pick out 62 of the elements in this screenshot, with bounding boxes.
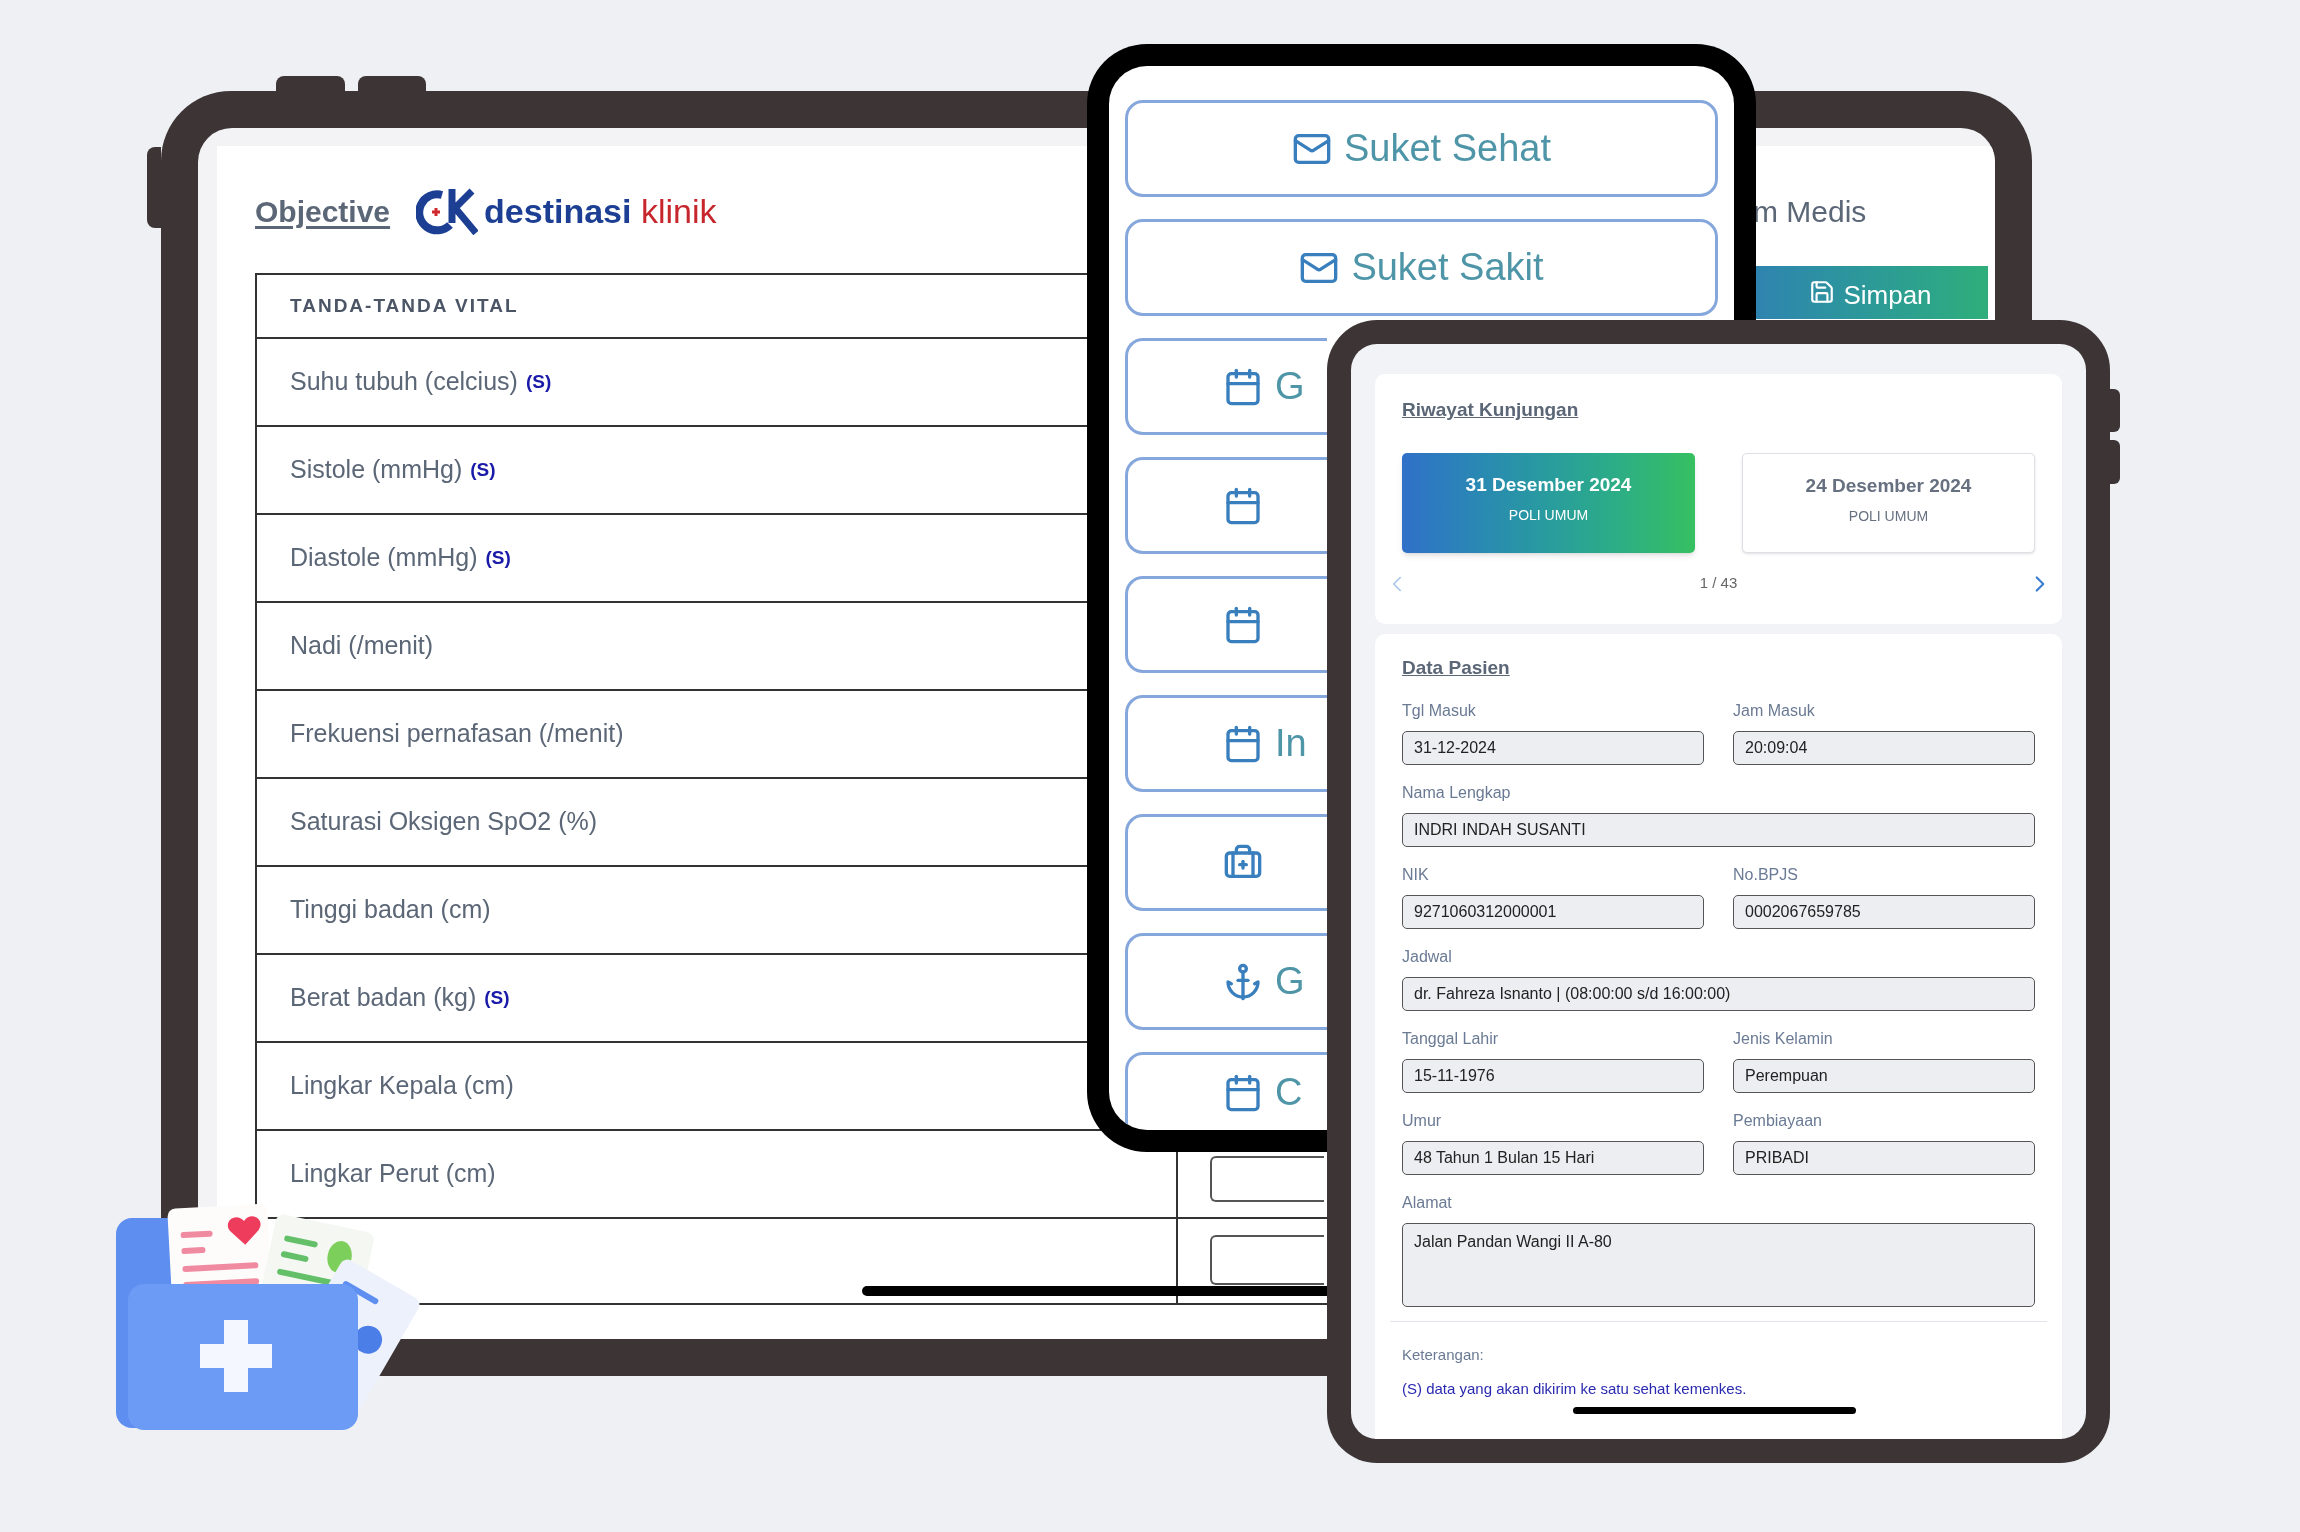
card-title[interactable]: Data Pasien (1402, 657, 1510, 678)
address-field[interactable]: Jalan Pandan Wangi II A-80 (1402, 1222, 2035, 1307)
flag-marker: (S) (484, 985, 510, 1010)
logo-text: destinasi klinik (484, 194, 717, 228)
save-button[interactable]: Simpan (1753, 266, 1988, 319)
vital-label: Berat badan (kg) (290, 982, 477, 1014)
table-header: TANDA-TANDA VITAL (290, 293, 519, 318)
field-label: Tgl Masuk (1402, 700, 1477, 721)
input-field[interactable]: 0002067659785 (1733, 894, 2035, 929)
field-label: Nama Lengkap (1402, 782, 1512, 803)
calendar-icon (1223, 604, 1263, 645)
page-counter: 1 / 43 (1699, 573, 1738, 594)
section-title[interactable]: Objective (255, 188, 391, 234)
input-field[interactable]: 20:09:04 (1733, 730, 2035, 765)
visit-date: 31 Desember 2024 (1465, 472, 1632, 497)
vital-label: Diastole (mmHg) (290, 542, 478, 574)
vital-label: Nadi (/menit) (290, 630, 434, 662)
calendar-icon (1223, 485, 1263, 526)
field-label: NIK (1402, 864, 1430, 885)
vital-label: Tinggi badan (cm) (290, 894, 491, 926)
card-title[interactable]: Riwayat Kunjungan (1402, 399, 1579, 420)
flag-marker: (S) (525, 369, 552, 394)
field-label: Tanggal Lahir (1402, 1028, 1500, 1049)
vital-label: Saturasi Oksigen SpO2 (%) (290, 806, 598, 838)
vital-label: Lingkar Kepala (cm) (290, 1070, 514, 1102)
save-icon (1809, 279, 1836, 305)
field-label: Umur (1402, 1110, 1443, 1131)
vital-label: Sistole (mmHg) (290, 454, 463, 486)
visit-date: 24 Desember 2024 (1805, 473, 1972, 498)
input-field[interactable]: 15-11-1976 (1402, 1058, 1704, 1093)
input-field[interactable] (1210, 1156, 1324, 1202)
logo-icon (416, 187, 479, 235)
flag-marker: (S) (485, 545, 511, 570)
input-field[interactable]: Perempuan (1733, 1058, 2035, 1093)
note-text: (S) data yang akan dikirim ke satu sehat kemenkes. (1402, 1379, 1748, 1399)
input-field[interactable]: dr. Fahreza Isnanto | (08:00:00 s/d 16:00:00) (1402, 976, 2035, 1011)
anchor-icon (1223, 961, 1263, 1002)
notes-title: Keterangan: (1402, 1344, 1485, 1365)
field-label: Alamat (1402, 1192, 1453, 1213)
vital-label: Frekuensi pernafasan (/menit) (290, 718, 624, 750)
visit-clinic: POLI UMUM (1508, 506, 1589, 525)
field-label: Jenis Kelamin (1733, 1028, 1834, 1049)
vital-label: Suhu tubuh (celcius) (290, 366, 518, 398)
field-label: No.BPJS (1733, 864, 1799, 885)
calendar-icon (1223, 366, 1263, 407)
flag-marker: (S) (470, 457, 496, 482)
document-button[interactable]: Suket Sakit (1125, 219, 1718, 316)
input-field[interactable]: 31-12-2024 (1402, 730, 1704, 765)
field-label: Jadwal (1402, 946, 1453, 967)
vital-label: Lingkar Perut (cm) (290, 1158, 496, 1190)
field-label: Jam Masuk (1733, 700, 1816, 721)
visit-card[interactable]: 24 Desember 2024 POLI UMUM (1742, 452, 2035, 553)
visit-clinic: POLI UMUM (1848, 507, 1929, 526)
visit-card[interactable]: 31 Desember 2024 POLI UMUM (1402, 452, 1695, 553)
input-field[interactable]: 48 Tahun 1 Bulan 15 Hari (1402, 1140, 1704, 1175)
input-field[interactable]: 9271060312000001 (1402, 894, 1704, 929)
input-field[interactable]: INDRI INDAH SUSANTI (1402, 812, 2035, 847)
document-button[interactable]: Suket Sehat (1125, 100, 1718, 197)
calendar-icon (1223, 1072, 1263, 1113)
field-label: Pembiayaan (1733, 1110, 1823, 1131)
calendar-icon (1223, 723, 1263, 764)
input-field[interactable]: PRIBADI (1733, 1140, 2035, 1175)
